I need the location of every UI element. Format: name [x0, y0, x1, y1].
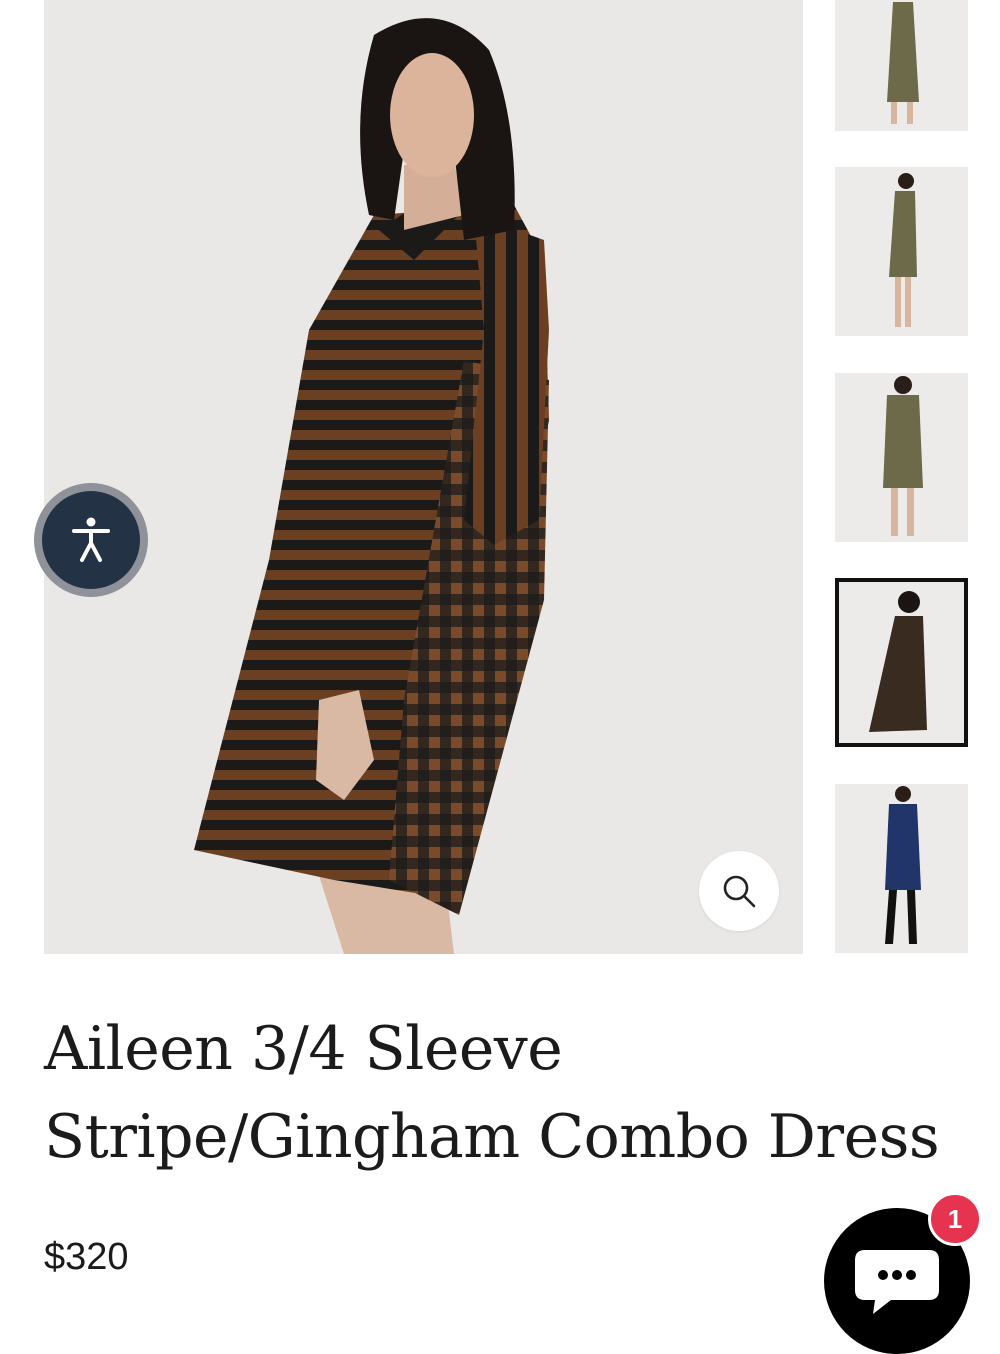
- chat-bubble-icon: [855, 1250, 939, 1314]
- product-title: Aileen 3/4 Sleeve Stripe/Gingham Combo D…: [44, 1014, 940, 1172]
- zoom-button[interactable]: [699, 851, 779, 931]
- accessibility-person-icon: [72, 517, 110, 562]
- thumbnail-4-selected[interactable]: [835, 578, 968, 747]
- main-product-image[interactable]: [44, 0, 803, 954]
- accessibility-button[interactable]: [34, 483, 148, 597]
- thumbnail-2[interactable]: [835, 167, 968, 336]
- thumbnail-1[interactable]: [835, 0, 968, 131]
- accessibility-button-inner: [42, 491, 140, 589]
- product-price: $320: [44, 1236, 129, 1278]
- magnifier-icon: [723, 875, 756, 908]
- thumbnail-3[interactable]: [835, 373, 968, 542]
- thumbnail-5[interactable]: [835, 784, 968, 953]
- chat-unread-badge: 1: [928, 1192, 982, 1246]
